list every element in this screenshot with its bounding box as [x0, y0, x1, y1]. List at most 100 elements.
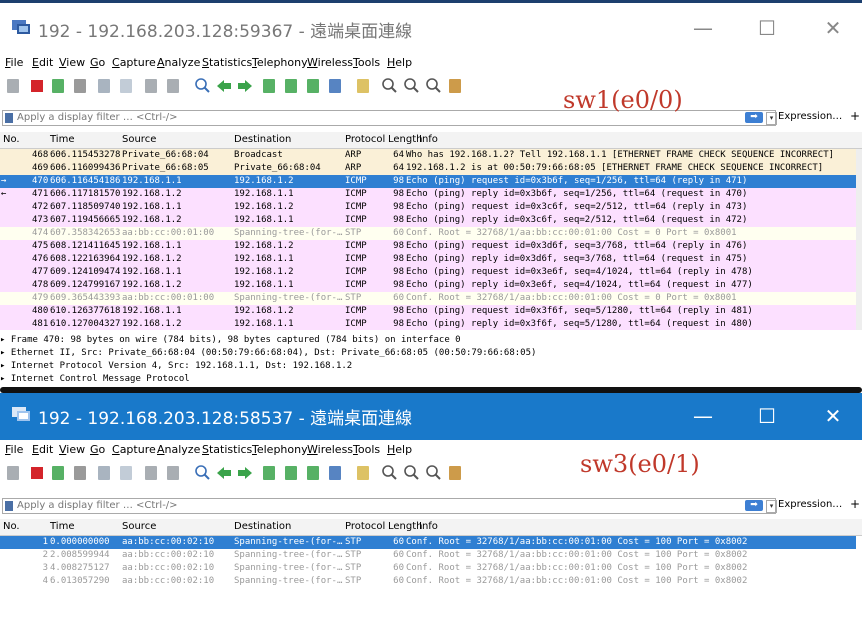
- restart-capture-icon[interactable]: [50, 464, 66, 482]
- last-packet-icon[interactable]: [305, 464, 321, 482]
- reload-icon[interactable]: [165, 464, 181, 482]
- menu-view[interactable]: View: [59, 56, 85, 69]
- filter-dropdown-icon[interactable]: ▾: [766, 500, 777, 513]
- menu-telephony[interactable]: Telephony: [252, 443, 308, 456]
- detail-tree-item[interactable]: ▸ Ethernet II, Src: Private_66:68:04 (00…: [0, 347, 862, 360]
- open-file-icon[interactable]: [96, 77, 112, 95]
- shark-fin-start-icon[interactable]: [5, 464, 21, 482]
- packet-list-scrollbar[interactable]: [856, 149, 862, 330]
- display-filter-input[interactable]: Apply a display filter … <Ctrl-/> ➡ ▾: [2, 498, 777, 514]
- col-time[interactable]: Time: [50, 521, 74, 532]
- col-destination[interactable]: Destination: [234, 521, 291, 532]
- first-packet-icon[interactable]: [283, 77, 299, 95]
- reload-icon[interactable]: [165, 77, 181, 95]
- go-back-icon[interactable]: [216, 77, 232, 95]
- open-file-icon[interactable]: [96, 464, 112, 482]
- go-back-icon[interactable]: [216, 464, 232, 482]
- packet-row[interactable]: → 470 606.116454186 192.168.1.1 192.168.1.2 I…: [0, 175, 856, 188]
- menu-file[interactable]: File: [5, 443, 23, 456]
- packet-row[interactable]: 481 610.127004327 192.168.1.2 192.168.1.1 IC…: [0, 318, 856, 330]
- expand-arrow-icon[interactable]: ▸: [0, 348, 11, 358]
- close-button[interactable]: ✕: [810, 10, 856, 46]
- expand-arrow-icon[interactable]: ▸: [0, 335, 11, 345]
- first-packet-icon[interactable]: [283, 464, 299, 482]
- maximize-button[interactable]: ☐: [744, 10, 790, 46]
- apply-filter-arrow-icon[interactable]: ➡: [745, 500, 763, 511]
- minimize-button[interactable]: —: [680, 10, 726, 46]
- close-file-icon[interactable]: [143, 77, 159, 95]
- menu-wireless[interactable]: Wireless: [307, 56, 353, 69]
- minimize-button[interactable]: —: [680, 398, 726, 434]
- resize-columns-icon[interactable]: [447, 77, 463, 95]
- menu-edit[interactable]: Edit: [32, 56, 53, 69]
- menu-wireless[interactable]: Wireless: [307, 443, 353, 456]
- menu-capture[interactable]: Capture: [112, 443, 156, 456]
- expand-arrow-icon[interactable]: ▸: [0, 361, 11, 371]
- menu-file[interactable]: File: [5, 56, 23, 69]
- menu-help[interactable]: Help: [387, 443, 412, 456]
- find-packet-icon[interactable]: [194, 77, 210, 95]
- menu-statistics[interactable]: Statistics: [202, 443, 252, 456]
- packet-row[interactable]: 469 606.116099436 Private_66:68:05 Private_…: [0, 162, 856, 175]
- expression-button[interactable]: Expression…: [778, 111, 842, 122]
- menu-analyze[interactable]: Analyze: [157, 56, 200, 69]
- col-info[interactable]: Info: [419, 134, 438, 145]
- capture-options-icon[interactable]: [72, 77, 88, 95]
- expand-arrow-icon[interactable]: ▸: [0, 374, 11, 384]
- menu-analyze[interactable]: Analyze: [157, 443, 200, 456]
- col-no[interactable]: No.: [3, 134, 20, 145]
- menu-go[interactable]: Go: [90, 443, 105, 456]
- packet-row[interactable]: 476 608.122163964 192.168.1.2 192.168.1.1 IC…: [0, 253, 856, 266]
- autoscroll-icon[interactable]: [327, 77, 343, 95]
- col-protocol[interactable]: Protocol: [345, 134, 385, 145]
- col-info[interactable]: Info: [419, 521, 438, 532]
- menu-telephony[interactable]: Telephony: [252, 56, 308, 69]
- shark-fin-start-icon[interactable]: [5, 77, 21, 95]
- menu-tools[interactable]: Tools: [353, 443, 380, 456]
- col-length[interactable]: Length: [388, 521, 423, 532]
- zoom-out-icon[interactable]: [403, 464, 419, 482]
- col-length[interactable]: Length: [388, 134, 423, 145]
- zoom-in-icon[interactable]: [381, 464, 397, 482]
- add-filter-button[interactable]: +: [850, 497, 860, 511]
- packet-row[interactable]: 475 608.121411645 192.168.1.1 192.168.1.2 IC…: [0, 240, 856, 253]
- go-to-packet-icon[interactable]: [261, 464, 277, 482]
- packet-row[interactable]: 468 606.115453278 Private_66:68:04 Broadcas…: [0, 149, 856, 162]
- menu-help[interactable]: Help: [387, 56, 412, 69]
- packet-row[interactable]: 480 610.126377618 192.168.1.1 192.168.1.2 IC…: [0, 305, 856, 318]
- packet-row[interactable]: 474 607.358342653 aa:bb:cc:00:01:00 Spannin…: [0, 227, 856, 240]
- menu-go[interactable]: Go: [90, 56, 105, 69]
- last-packet-icon[interactable]: [305, 77, 321, 95]
- filter-dropdown-icon[interactable]: ▾: [766, 112, 777, 125]
- expression-button[interactable]: Expression…: [778, 499, 842, 510]
- col-protocol[interactable]: Protocol: [345, 521, 385, 532]
- packet-row[interactable]: 1 0.000000000 aa:bb:cc:00:02:10 Spanning-tr…: [0, 536, 856, 549]
- find-packet-icon[interactable]: [194, 464, 210, 482]
- stop-capture-icon[interactable]: [29, 77, 45, 95]
- normal-size-icon[interactable]: [425, 77, 441, 95]
- colorize-icon[interactable]: [355, 77, 371, 95]
- zoom-out-icon[interactable]: [403, 77, 419, 95]
- packet-row[interactable]: 3 4.008275127 aa:bb:cc:00:02:10 Spanning-tr…: [0, 562, 856, 575]
- packet-row[interactable]: 473 607.119456665 192.168.1.2 192.168.1.1 IC…: [0, 214, 856, 227]
- add-filter-button[interactable]: +: [850, 109, 860, 123]
- col-source[interactable]: Source: [122, 134, 156, 145]
- apply-filter-arrow-icon[interactable]: ➡: [745, 112, 763, 123]
- packet-row[interactable]: 2 2.008599944 aa:bb:cc:00:02:10 Spanning-tr…: [0, 549, 856, 562]
- packet-row[interactable]: ← 471 606.117181570 192.168.1.2 192.168.1.1 I…: [0, 188, 856, 201]
- menu-statistics[interactable]: Statistics: [202, 56, 252, 69]
- menu-capture[interactable]: Capture: [112, 56, 156, 69]
- capture-options-icon[interactable]: [72, 464, 88, 482]
- menu-view[interactable]: View: [59, 443, 85, 456]
- bookmark-icon[interactable]: [5, 113, 13, 123]
- save-file-icon[interactable]: [118, 464, 134, 482]
- autoscroll-icon[interactable]: [327, 464, 343, 482]
- colorize-icon[interactable]: [355, 464, 371, 482]
- detail-tree-item[interactable]: ▸ Internet Control Message Protocol: [0, 373, 862, 386]
- maximize-button[interactable]: ☐: [744, 398, 790, 434]
- packet-row[interactable]: 477 609.124109474 192.168.1.1 192.168.1.2 IC…: [0, 266, 856, 279]
- resize-columns-icon[interactable]: [447, 464, 463, 482]
- menu-tools[interactable]: Tools: [353, 56, 380, 69]
- go-to-packet-icon[interactable]: [261, 77, 277, 95]
- col-destination[interactable]: Destination: [234, 134, 291, 145]
